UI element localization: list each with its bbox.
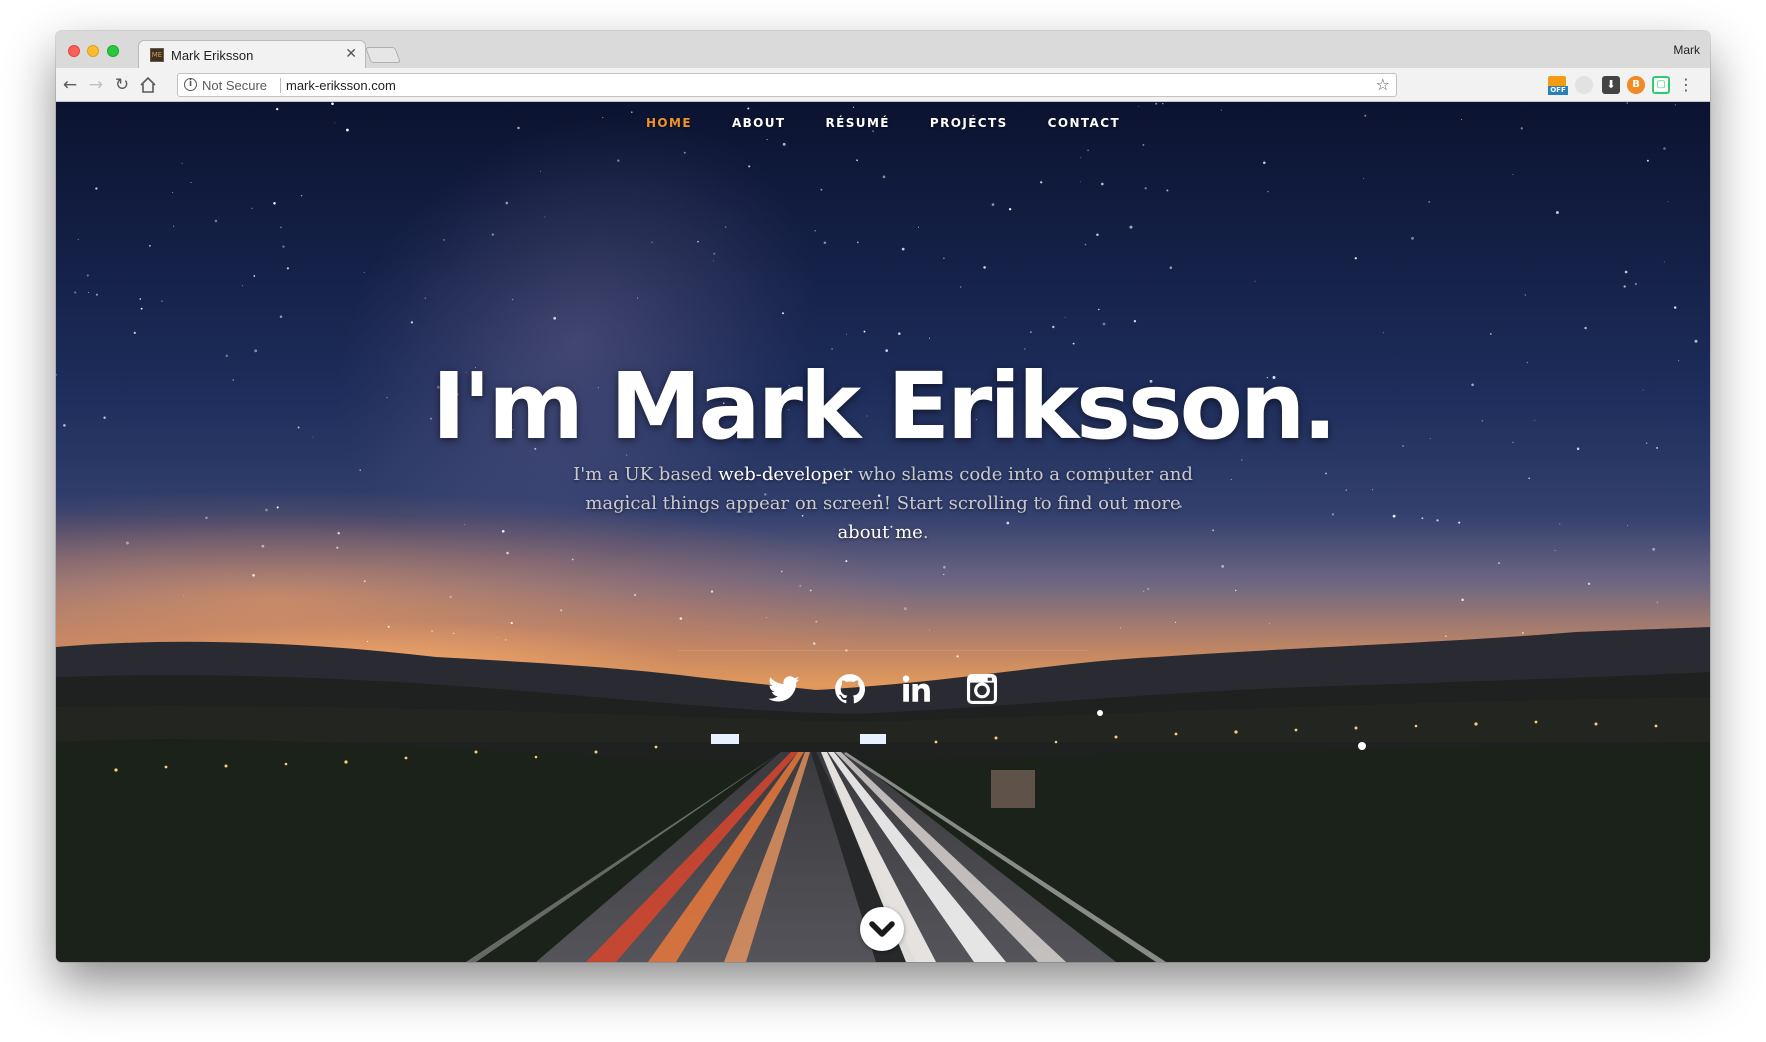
instagram-icon[interactable] bbox=[965, 672, 999, 706]
scroll-down-button[interactable] bbox=[860, 907, 904, 951]
extension-off-label: OFF bbox=[1548, 86, 1568, 95]
hero-about-link[interactable]: about me bbox=[837, 522, 922, 543]
browser-menu-icon[interactable]: ⋮ bbox=[1678, 75, 1694, 94]
url-text[interactable]: mark-eriksson.com bbox=[286, 78, 396, 93]
favicon-icon: ME bbox=[150, 48, 164, 62]
hero-title: I'm Mark Eriksson. bbox=[431, 353, 1338, 460]
hero-intro-text: I'm a UK based web-developer who slams c… bbox=[568, 460, 1198, 547]
tab-title: Mark Eriksson bbox=[171, 48, 254, 63]
window-close-button[interactable] bbox=[68, 45, 80, 57]
hero-divider bbox=[678, 650, 1088, 651]
window-maximize-button[interactable] bbox=[107, 45, 119, 57]
extension-off-icon[interactable]: OFF bbox=[1548, 76, 1568, 95]
back-arrow-icon[interactable]: ← bbox=[60, 75, 80, 95]
url-divider bbox=[280, 78, 281, 93]
social-links bbox=[56, 672, 1710, 706]
chevron-down-icon bbox=[869, 921, 895, 937]
nav-projects-link[interactable]: PROJECTS bbox=[930, 116, 1008, 130]
reload-icon[interactable]: ↻ bbox=[112, 75, 132, 95]
hero-text-part1: I'm a UK based bbox=[573, 464, 719, 485]
nav-resume-link[interactable]: RÉSUMÉ bbox=[826, 116, 890, 130]
bookmark-star-icon[interactable]: ☆ bbox=[1376, 75, 1390, 94]
extension-download-icon[interactable]: ⬇ bbox=[1602, 76, 1620, 94]
tab-strip: ME Mark Eriksson ✕ Mark bbox=[56, 31, 1710, 69]
info-icon[interactable]: i bbox=[184, 78, 197, 91]
hero-text-part3: . bbox=[922, 522, 929, 543]
window-minimize-button[interactable] bbox=[87, 45, 99, 57]
extension-gray-icon[interactable] bbox=[1575, 76, 1593, 94]
extension-b-icon[interactable]: B bbox=[1627, 76, 1645, 94]
linkedin-icon[interactable] bbox=[899, 672, 933, 706]
nav-home-link[interactable]: HOME bbox=[646, 116, 692, 130]
security-label: Not Secure bbox=[202, 78, 268, 93]
browser-window: ME Mark Eriksson ✕ Mark ← → ↻ i Not Secu… bbox=[56, 31, 1710, 962]
nav-about-link[interactable]: ABOUT bbox=[732, 116, 786, 130]
github-icon[interactable] bbox=[833, 672, 867, 706]
site-navigation: HOME ABOUT RÉSUMÉ PROJECTS CONTACT bbox=[56, 116, 1710, 136]
nav-contact-link[interactable]: CONTACT bbox=[1048, 116, 1120, 130]
browser-tab[interactable]: ME Mark Eriksson ✕ bbox=[138, 40, 366, 69]
forward-arrow-icon[interactable]: → bbox=[86, 75, 106, 95]
address-bar[interactable]: i Not Secure mark-eriksson.com ☆ bbox=[177, 73, 1397, 97]
profile-name[interactable]: Mark bbox=[1673, 43, 1700, 57]
twitter-icon[interactable] bbox=[767, 672, 801, 706]
tab-close-icon[interactable]: ✕ bbox=[345, 46, 357, 62]
extension-green-icon[interactable]: ▢ bbox=[1652, 76, 1670, 94]
page-viewport: HOME ABOUT RÉSUMÉ PROJECTS CONTACT I'm Mark … bbox=[56, 102, 1710, 962]
new-tab-button[interactable] bbox=[365, 47, 401, 63]
home-icon[interactable] bbox=[138, 75, 158, 95]
browser-toolbar: ← → ↻ i Not Secure mark-eriksson.com ☆ O… bbox=[56, 68, 1710, 102]
hero-text-emphasis: web-developer bbox=[718, 464, 853, 485]
